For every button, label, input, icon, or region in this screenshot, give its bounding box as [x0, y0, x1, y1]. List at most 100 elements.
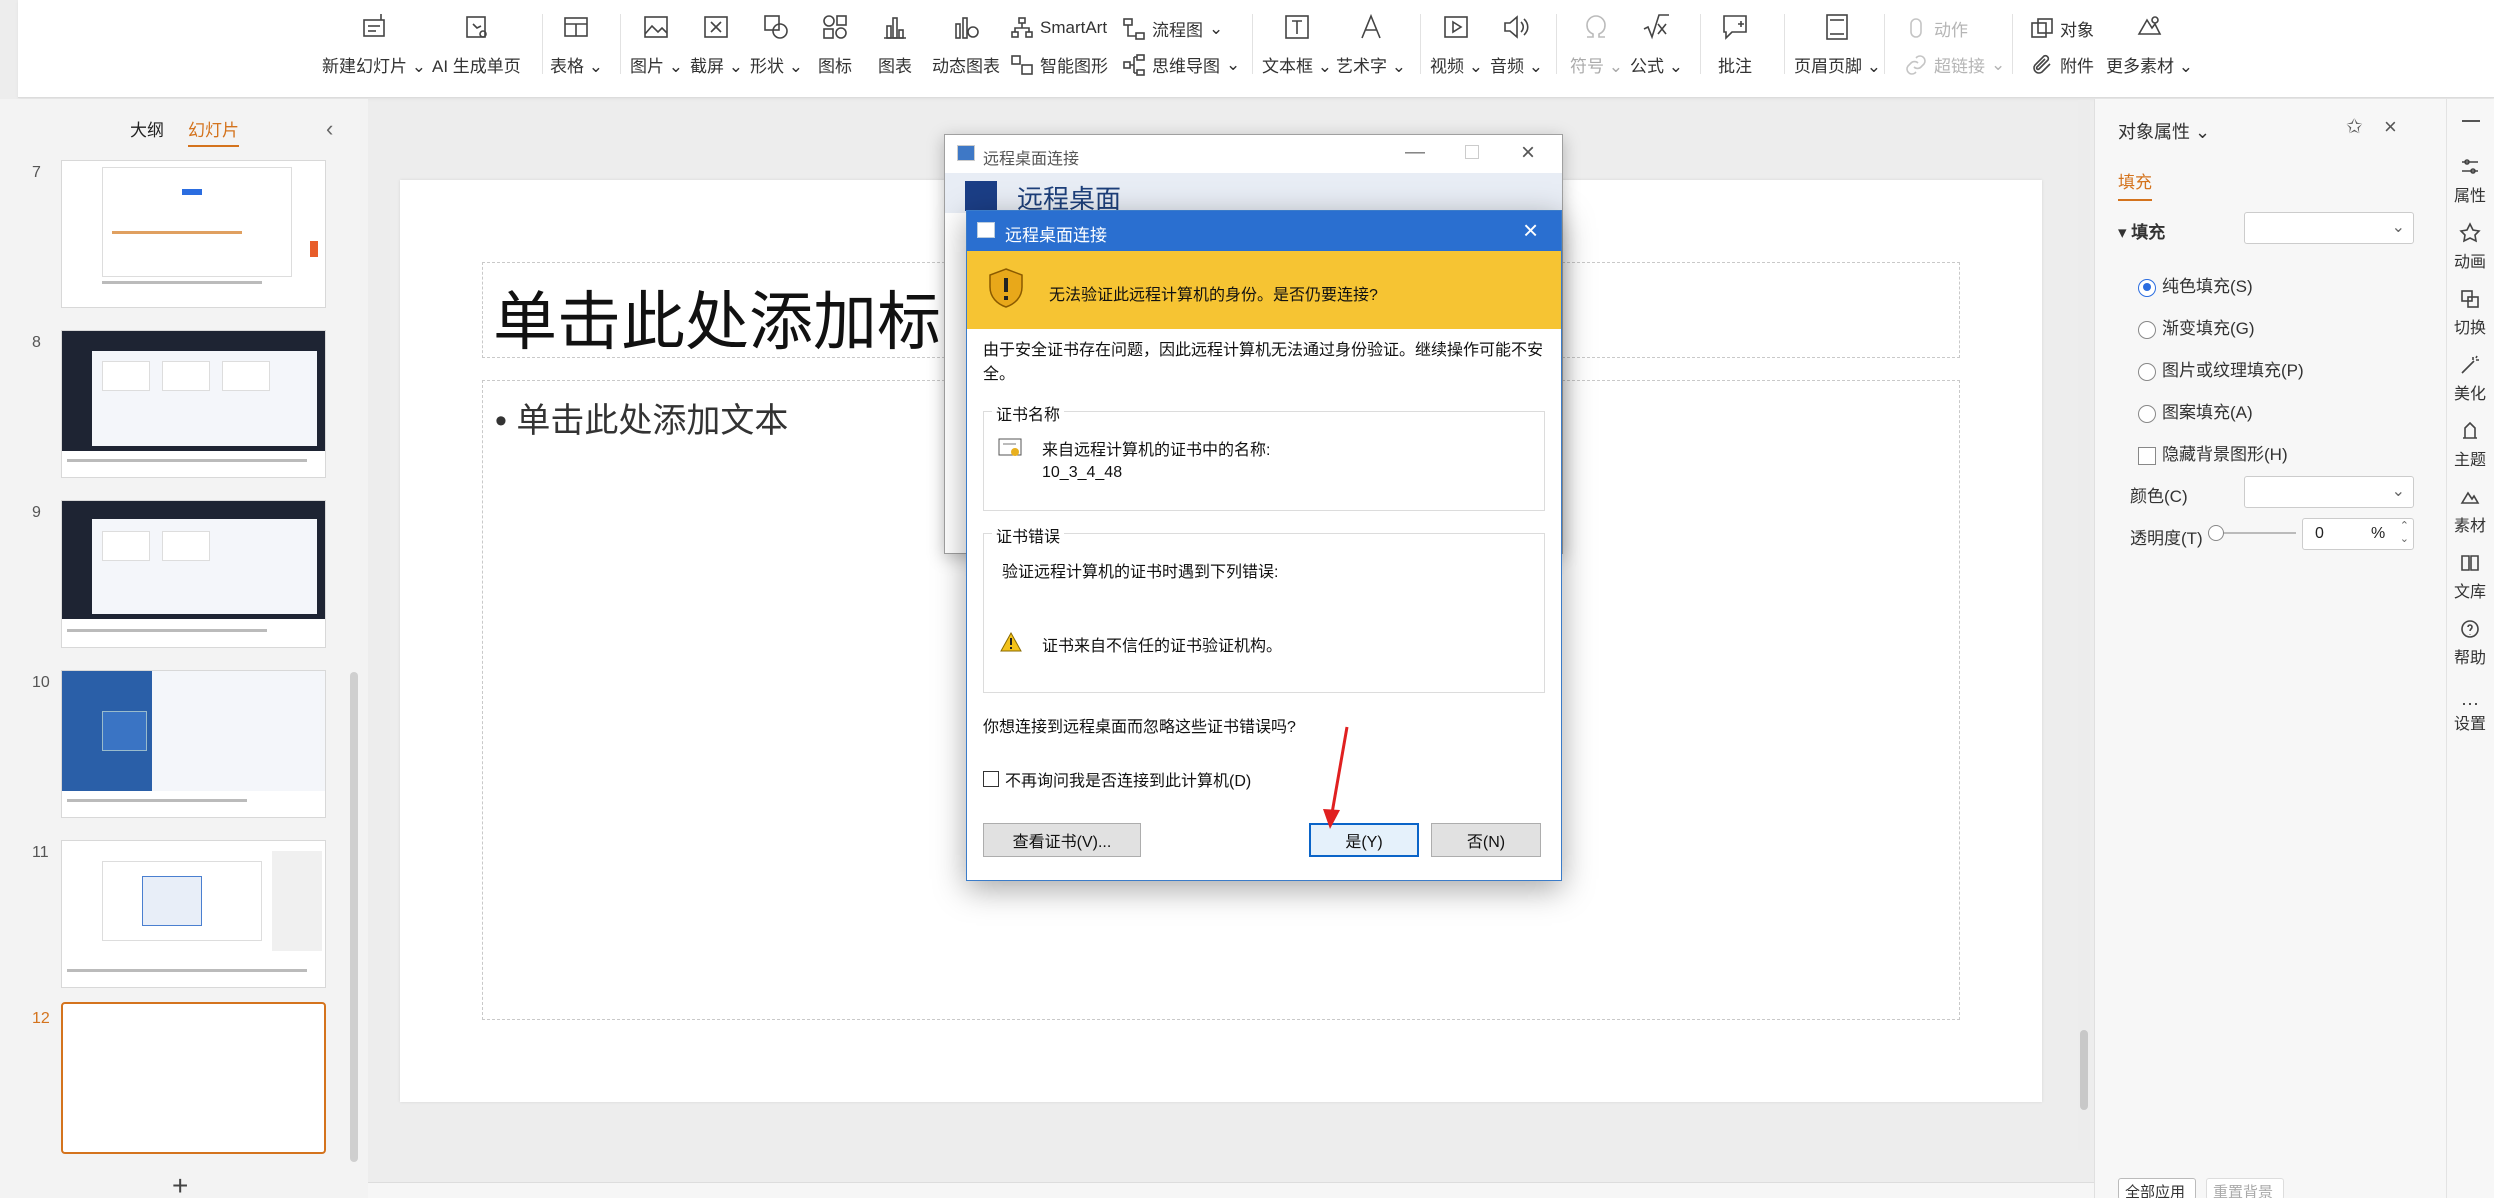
textbox-button[interactable]: 文本框 ⌄ — [1262, 12, 1332, 77]
screenshot-button[interactable]: 截屏 ⌄ — [690, 12, 743, 77]
picture-button[interactable]: 图片 ⌄ — [630, 12, 683, 77]
paperclip-icon — [2033, 54, 2051, 74]
transparency-input[interactable]: 0 % ⌃ ⌄ — [2302, 518, 2414, 550]
sliders-icon — [2462, 159, 2478, 174]
help-icon — [2461, 620, 2479, 638]
hyperlink-button[interactable]: 超链接 ⌄ — [1904, 52, 2005, 77]
flowchart-button[interactable]: 流程图 ⌄ — [1122, 16, 1223, 41]
dialog-titlebar: 远程桌面连接 × — [967, 211, 1561, 251]
theme-icon — [2463, 421, 2477, 439]
sidebar-beautify[interactable]: 美化 — [2446, 354, 2494, 404]
sidebar-library[interactable]: 文库 — [2446, 552, 2494, 602]
slide-thumbnail-8[interactable] — [61, 330, 326, 478]
chart-button[interactable]: 图表 — [878, 12, 912, 77]
certificate-icon — [998, 438, 1022, 456]
sidebar-animation[interactable]: 动画 — [2446, 222, 2494, 272]
stepper-icon[interactable]: ⌃ ⌄ — [2400, 520, 2409, 546]
fill-type-dropdown[interactable]: ⌄ — [2244, 212, 2414, 244]
attachment-button[interactable]: 附件 — [2030, 52, 2094, 77]
slide-panel-scrollbar[interactable] — [350, 672, 358, 1162]
notes-area[interactable] — [368, 1182, 2094, 1198]
cert-error-group: 证书错误 验证远程计算机的证书时遇到下列错误: 证书来自不信任的证书验证机构。 — [983, 523, 1545, 693]
ai-page-icon — [466, 16, 488, 38]
tab-slides[interactable]: 幻灯片 — [188, 116, 239, 147]
no-button[interactable]: 否(N) — [1431, 823, 1541, 857]
panel-title[interactable]: 对象属性 ⌄ — [2118, 118, 2210, 144]
collapse-panel-icon[interactable]: ‹ — [326, 116, 333, 142]
radio-gradient-fill[interactable]: 渐变填充(G) — [2138, 314, 2255, 339]
tab-fill[interactable]: 填充 — [2118, 168, 2152, 201]
mindmap-button[interactable]: 思维导图 ⌄ — [1122, 52, 1240, 77]
fill-section-header[interactable]: ▾ 填充 — [2118, 218, 2165, 243]
monitor-icon — [965, 181, 997, 211]
close-icon[interactable]: × — [1523, 215, 1538, 246]
wordart-button[interactable]: 艺术字 ⌄ — [1336, 12, 1406, 77]
icon-button[interactable]: 图标 — [818, 12, 852, 77]
tab-outline[interactable]: 大纲 — [130, 116, 164, 147]
view-certificate-button[interactable]: 查看证书(V)... — [983, 823, 1141, 857]
slide-thumbnail-7[interactable] — [61, 160, 326, 308]
icons-grid-icon — [823, 15, 847, 39]
sqrt-icon — [1644, 14, 1670, 40]
chevron-down-icon: ⌄ — [2391, 219, 2405, 236]
radio-pattern-fill[interactable]: 图案填充(A) — [2138, 398, 2253, 423]
dynamic-chart-button[interactable]: 动态图表 — [932, 12, 1000, 77]
dont-ask-checkbox[interactable]: 不再询问我是否连接到此计算机(D) — [983, 767, 1251, 791]
more-material-button[interactable]: 更多素材 ⌄ — [2106, 12, 2193, 77]
sidebar-settings[interactable]: ··· 设置 — [2446, 693, 2494, 734]
slide-number: 7 — [32, 164, 41, 181]
transparency-slider[interactable] — [2208, 525, 2296, 541]
formula-button[interactable]: 公式 ⌄ — [1630, 12, 1683, 77]
slide-number: 9 — [32, 504, 41, 521]
minimize-panel-icon[interactable] — [2462, 120, 2480, 122]
slide-thumbnail-11[interactable] — [61, 840, 326, 988]
textbox-icon — [1285, 15, 1309, 39]
color-dropdown[interactable]: ⌄ — [2244, 476, 2414, 508]
slide-number: 8 — [32, 334, 41, 351]
slide-thumbnail-12[interactable] — [61, 1002, 326, 1154]
sidebar-properties[interactable]: 属性 — [2446, 156, 2494, 206]
symbol-button[interactable]: 符号 ⌄ — [1570, 12, 1623, 77]
minimize-icon[interactable]: — — [1405, 141, 1425, 164]
video-button[interactable]: 视频 ⌄ — [1430, 12, 1483, 77]
radio-solid-fill[interactable]: 纯色填充(S) — [2138, 272, 2253, 297]
comment-button[interactable]: 批注 — [1718, 12, 1752, 77]
warning-band: 无法验证此远程计算机的身份。是否仍要连接? — [967, 251, 1561, 329]
star-icon — [2459, 222, 2481, 243]
more-dots-icon: ··· — [2461, 693, 2479, 713]
action-button[interactable]: 动作 — [1904, 16, 1968, 41]
property-panel — [2094, 99, 2446, 1198]
audio-button[interactable]: 音频 ⌄ — [1490, 12, 1543, 77]
ai-page-button[interactable]: AI 生成单页 — [432, 12, 521, 77]
sidebar-material[interactable]: 素材 — [2446, 486, 2494, 536]
reset-background-button[interactable]: 重置背景 — [2206, 1178, 2284, 1198]
add-slide-button[interactable]: + — [172, 1170, 188, 1198]
radio-picture-fill[interactable]: 图片或纹理填充(P) — [2138, 356, 2304, 381]
shape-icon — [764, 15, 789, 39]
sidebar-transition[interactable]: 切换 — [2446, 288, 2494, 338]
slide-thumbnail-9[interactable] — [61, 500, 326, 648]
close-panel-icon[interactable]: × — [2384, 114, 2397, 140]
certificate-warning-dialog: 远程桌面连接 × 无法验证此远程计算机的身份。是否仍要连接? 由于安全证书存在问… — [966, 210, 1562, 881]
panel-tabs: 大纲 幻灯片 — [130, 116, 239, 147]
slide-thumbnail-10[interactable] — [61, 670, 326, 818]
color-label: 颜色(C) — [2130, 487, 2188, 506]
red-arrow-annotation — [1323, 726, 1349, 829]
close-icon[interactable]: × — [1521, 139, 1535, 167]
canvas-scrollbar[interactable] — [2078, 100, 2090, 1150]
new-slide-button[interactable]: 新建幻灯片 ⌄ — [322, 12, 426, 77]
hide-background-checkbox[interactable]: 隐藏背景图形(H) — [2138, 440, 2288, 465]
shape-button[interactable]: 形状 ⌄ — [750, 12, 803, 77]
pin-icon[interactable]: ✩ — [2346, 114, 2363, 139]
header-footer-button[interactable]: 页眉页脚 ⌄ — [1794, 12, 1881, 77]
table-button[interactable]: 表格 ⌄ — [550, 12, 603, 77]
apply-all-button[interactable]: 全部应用 — [2118, 1178, 2196, 1198]
object-button[interactable]: 对象 — [2030, 16, 2094, 41]
chevron-down-icon: ⌄ — [2391, 483, 2405, 500]
smart-shape-button[interactable]: 智能图形 — [1010, 52, 1108, 77]
comment-icon — [1723, 15, 1747, 40]
sidebar-help[interactable]: 帮助 — [2446, 618, 2494, 668]
smartart-button[interactable]: SmartArt — [1010, 16, 1107, 40]
maximize-icon[interactable] — [1465, 145, 1479, 159]
sidebar-theme[interactable]: 主题 — [2446, 420, 2494, 470]
